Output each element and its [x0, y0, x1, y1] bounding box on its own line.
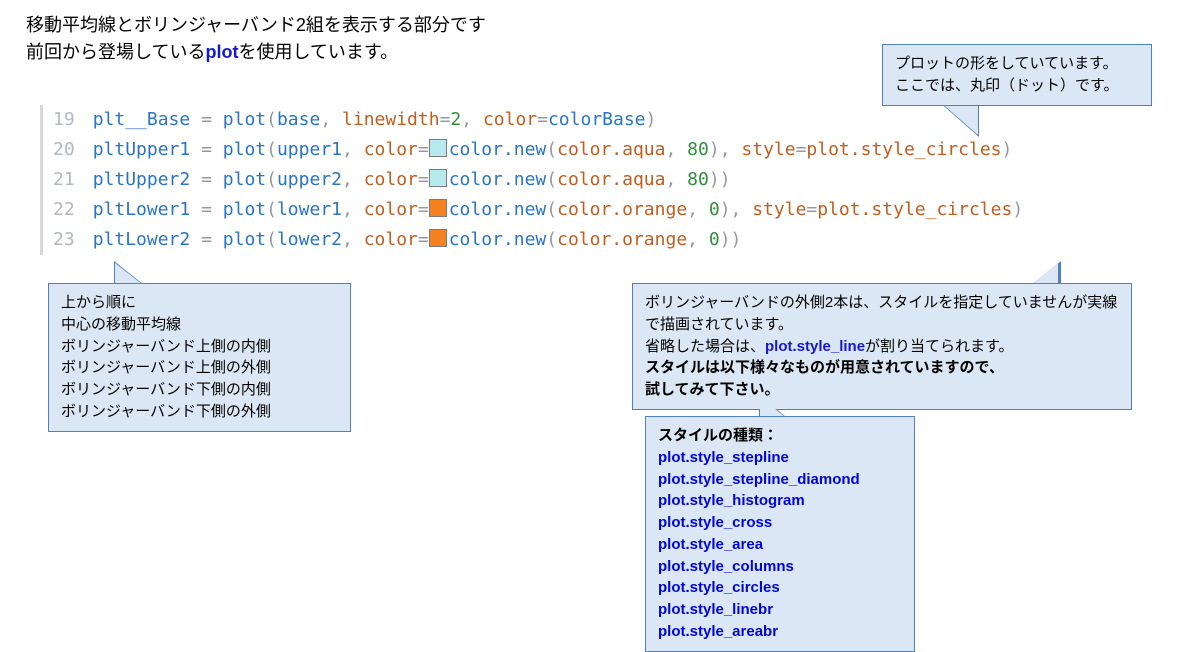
callout-line: ボリンジャーバンドの外側2本は、スタイルを指定していませんが実線で描画されていま… [645, 292, 1119, 336]
callout-line: ここでは、丸印（ドット）です。 [895, 75, 1139, 97]
style-list-item: plot.style_circles [658, 577, 902, 599]
callout-plot-shape: プロットの形をしていています。 ここでは、丸印（ドット）です。 [882, 44, 1152, 106]
callout-text: が割り当てられます。 [865, 338, 1014, 355]
style-list-item: plot.style_histogram [658, 490, 902, 512]
style-list-title: スタイルの種類： [658, 425, 902, 447]
color-swatch-icon [429, 199, 447, 217]
callout-line: 上から順に [61, 292, 338, 314]
callout-style-keyword: plot.style_line [765, 338, 865, 355]
heading-keyword: plot [205, 42, 238, 62]
color-swatch-icon [429, 169, 447, 187]
callout-text: 省略した場合は、 [645, 338, 765, 355]
explanation-heading: 移動平均線とボリンジャーバンド2組を表示する部分です 前回から登場しているplo… [26, 12, 486, 66]
callout-line-meaning: 上から順に 中心の移動平均線 ボリンジャーバンド上側の内側 ボリンジャーバンド上… [48, 283, 351, 432]
code-line: pltLower1 = plot(lower1, color=color.new… [93, 195, 1143, 225]
callout-line: 試してみて下さい。 [645, 379, 1119, 401]
callout-line: ボリンジャーバンド下側の外側 [61, 401, 338, 423]
color-swatch-icon [429, 229, 447, 247]
code-line: pltLower2 = plot(lower2, color=color.new… [93, 225, 1143, 255]
style-list-item: plot.style_areabr [658, 621, 902, 643]
line-number: 22 [53, 195, 75, 225]
heading-text: 前回から登場している [26, 42, 205, 62]
callout-style-default: ボリンジャーバンドの外側2本は、スタイルを指定していませんが実線で描画されていま… [632, 283, 1132, 410]
code-line: pltUpper2 = plot(upper2, color=color.new… [93, 165, 1143, 195]
callout-style-list: スタイルの種類： plot.style_steplineplot.style_s… [645, 416, 915, 652]
callout-tail [760, 396, 786, 418]
code-line: pltUpper1 = plot(upper1, color=color.new… [93, 135, 1143, 165]
color-swatch-icon [429, 139, 447, 157]
callout-line: ボリンジャーバンド上側の内側 [61, 336, 338, 358]
line-number: 20 [53, 135, 75, 165]
line-number-gutter: 1920212223 [43, 105, 89, 255]
callout-line: ボリンジャーバンド上側の外側 [61, 357, 338, 379]
heading-line-2: 前回から登場しているplotを使用しています。 [26, 39, 486, 66]
style-list-item: plot.style_columns [658, 556, 902, 578]
callout-tail [1030, 263, 1058, 285]
style-list-item: plot.style_cross [658, 512, 902, 534]
callout-tail [115, 263, 143, 285]
line-number: 23 [53, 225, 75, 255]
callout-line: スタイルは以下様々なものが用意されていますので、 [645, 357, 1119, 379]
line-number: 19 [53, 105, 75, 135]
style-list-item: plot.style_stepline_diamond [658, 469, 902, 491]
code-line: plt__Base = plot(base, linewidth=2, colo… [93, 105, 1143, 135]
heading-line-1: 移動平均線とボリンジャーバンド2組を表示する部分です [26, 12, 486, 39]
callout-line: ボリンジャーバンド下側の内側 [61, 379, 338, 401]
style-list-item: plot.style_area [658, 534, 902, 556]
callout-line: 省略した場合は、plot.style_lineが割り当てられます。 [645, 336, 1119, 358]
code-lines: plt__Base = plot(base, linewidth=2, colo… [89, 105, 1143, 255]
style-list-item: plot.style_linebr [658, 599, 902, 621]
callout-line: 中心の移動平均線 [61, 314, 338, 336]
line-number: 21 [53, 165, 75, 195]
code-block: 1920212223 plt__Base = plot(base, linewi… [40, 105, 1143, 255]
style-list-item: plot.style_stepline [658, 447, 902, 469]
heading-text: を使用しています。 [238, 42, 398, 62]
callout-line: プロットの形をしていています。 [895, 53, 1139, 75]
